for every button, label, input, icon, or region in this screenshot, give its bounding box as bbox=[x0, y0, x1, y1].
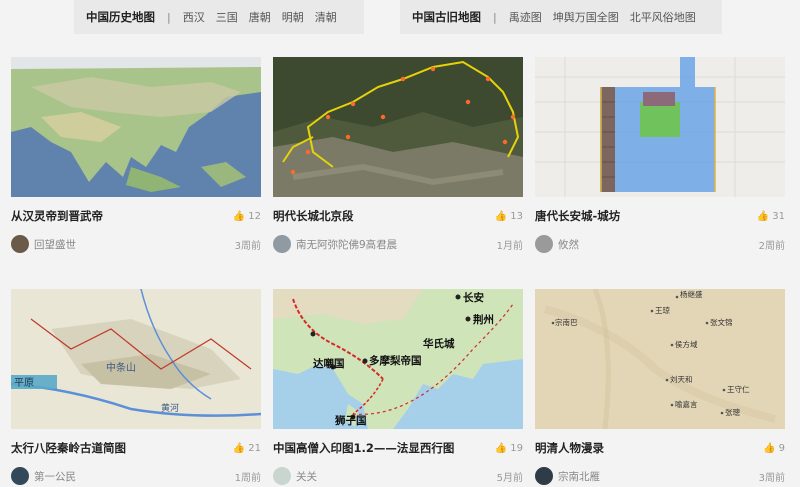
card-title[interactable]: 明代长城北京段 bbox=[273, 208, 354, 224]
nav-group-history-maps: 中国历史地图 | 西汉 三国 唐朝 明朝 清朝 bbox=[74, 0, 364, 34]
map-label-yujiayan: 喻嘉言 bbox=[675, 399, 698, 409]
like-count[interactable]: 👍 19 bbox=[495, 443, 523, 454]
map-label-pingyuan: 平原 bbox=[14, 377, 34, 389]
map-thumbnail[interactable]: 长安 荆州 达嚫国 多摩梨帝国 狮子国 华氏城 bbox=[273, 289, 523, 429]
map-label-jingzhou: 荆州 bbox=[473, 313, 494, 326]
thumbs-up-icon: 👍 bbox=[763, 442, 776, 454]
map-label-huanghe: 黄河 bbox=[161, 402, 179, 414]
nav-link-sanguo[interactable]: 三国 bbox=[216, 9, 238, 25]
map-label-houfangyu: 侯方域 bbox=[675, 339, 698, 349]
avatar bbox=[273, 235, 291, 253]
like-count[interactable]: 👍 12 bbox=[233, 211, 261, 222]
nav-separator: | bbox=[493, 10, 497, 24]
map-label-dachen: 达嚫国 bbox=[313, 357, 345, 370]
map-card: 从汉灵帝到晋武帝 👍 12 回望盛世 3周前 bbox=[11, 57, 261, 273]
author[interactable]: 第一公民 bbox=[11, 467, 76, 485]
thumbs-up-icon: 👍 bbox=[494, 442, 508, 454]
thumbs-up-icon: 👍 bbox=[756, 210, 770, 222]
post-time: 5月前 bbox=[496, 472, 523, 484]
card-title[interactable]: 从汉灵帝到晋武帝 bbox=[11, 208, 103, 224]
nav-link-qing[interactable]: 清朝 bbox=[315, 9, 337, 25]
map-label-shiziguo: 狮子国 bbox=[334, 414, 367, 427]
nav-link-xihan[interactable]: 西汉 bbox=[183, 9, 205, 25]
nav-link-tang[interactable]: 唐朝 bbox=[249, 9, 271, 25]
avatar bbox=[11, 467, 29, 485]
map-label-tamralipti: 多摩梨帝国 bbox=[369, 354, 422, 367]
map-card: 平原 中条山 黄河 太行八陉秦岭古道简图 👍 21 第一公民 1周前 bbox=[11, 289, 261, 487]
like-count[interactable]: 👍 13 bbox=[495, 211, 523, 222]
like-count[interactable]: 👍 21 bbox=[233, 443, 261, 454]
card-title[interactable]: 中国高僧入印图1.2——法显西行图 bbox=[273, 440, 454, 456]
map-label-zhangwenjin: 张文锦 bbox=[710, 317, 733, 327]
like-count[interactable]: 👍 9 bbox=[763, 443, 785, 454]
nav-link-kunyu[interactable]: 坤舆万国全图 bbox=[553, 9, 619, 25]
nav-separator: | bbox=[167, 10, 171, 24]
card-title[interactable]: 唐代长安城-城坊 bbox=[535, 208, 620, 224]
map-card: 长安 荆州 达嚫国 多摩梨帝国 狮子国 华氏城 中国高僧入印图1.2——法显西行… bbox=[273, 289, 523, 487]
map-label-zhongtiao: 中条山 bbox=[106, 361, 136, 374]
nav-title-history-maps[interactable]: 中国历史地图 bbox=[86, 9, 155, 25]
avatar bbox=[535, 235, 553, 253]
thumbs-up-icon: 👍 bbox=[232, 210, 246, 222]
nav-title-ancient-maps[interactable]: 中国古旧地图 bbox=[412, 9, 481, 25]
author[interactable]: 攸然 bbox=[535, 235, 579, 253]
nav-link-yujitu[interactable]: 禹迹图 bbox=[509, 9, 542, 25]
avatar bbox=[535, 467, 553, 485]
nav-link-beiping[interactable]: 北平风俗地图 bbox=[630, 9, 696, 25]
card-title[interactable]: 明清人物漫录 bbox=[535, 440, 604, 456]
top-navigation: 中国历史地图 | 西汉 三国 唐朝 明朝 清朝 中国古旧地图 | 禹迹图 坤舆万… bbox=[0, 0, 800, 40]
map-label-huashi: 华氏城 bbox=[423, 337, 455, 350]
avatar bbox=[273, 467, 291, 485]
avatar bbox=[11, 235, 29, 253]
nav-link-ming[interactable]: 明朝 bbox=[282, 9, 304, 25]
post-time: 3周前 bbox=[758, 472, 785, 484]
author[interactable]: 回望盛世 bbox=[11, 235, 76, 253]
like-count[interactable]: 👍 31 bbox=[757, 211, 785, 222]
post-time: 3周前 bbox=[234, 240, 261, 252]
map-label-wangshouren: 王守仁 bbox=[727, 384, 750, 394]
map-label-yangjisheng: 杨继盛 bbox=[680, 289, 703, 299]
post-time: 2周前 bbox=[758, 240, 785, 252]
map-card: 明代长城北京段 👍 13 南无阿弥陀佛9高君晨 1月前 bbox=[273, 57, 523, 273]
nav-group-ancient-maps: 中国古旧地图 | 禹迹图 坤舆万国全图 北平风俗地图 bbox=[400, 0, 722, 34]
map-label-changan: 长安 bbox=[463, 291, 484, 304]
author[interactable]: 宗南北雁 bbox=[535, 467, 600, 485]
map-thumbnail[interactable]: 杨继盛 王琼 张文锦 宗南巴 侯方域 刘天和 王守仁 喻嘉言 张璁 bbox=[535, 289, 785, 429]
map-label-zongnanba: 宗南巴 bbox=[555, 317, 578, 327]
author[interactable]: 关关 bbox=[273, 467, 317, 485]
card-title[interactable]: 太行八陉秦岭古道简图 bbox=[11, 440, 126, 456]
map-label-wangqiong: 王琼 bbox=[655, 305, 670, 315]
map-thumbnail[interactable] bbox=[535, 57, 785, 197]
map-label-liutianhe: 刘天和 bbox=[670, 374, 693, 384]
map-thumbnail[interactable] bbox=[273, 57, 523, 197]
post-time: 1月前 bbox=[496, 240, 523, 252]
map-thumbnail[interactable]: 平原 中条山 黄河 bbox=[11, 289, 261, 429]
map-card: 唐代长安城-城坊 👍 31 攸然 2周前 bbox=[535, 57, 785, 273]
post-time: 1周前 bbox=[234, 472, 261, 484]
author[interactable]: 南无阿弥陀佛9高君晨 bbox=[273, 235, 397, 253]
map-card: 杨继盛 王琼 张文锦 宗南巴 侯方域 刘天和 王守仁 喻嘉言 张璁 明清人物漫录… bbox=[535, 289, 785, 487]
map-label-zhangcong: 张璁 bbox=[725, 407, 740, 417]
thumbs-up-icon: 👍 bbox=[494, 210, 508, 222]
map-thumbnail[interactable] bbox=[11, 57, 261, 197]
thumbs-up-icon: 👍 bbox=[232, 442, 246, 454]
